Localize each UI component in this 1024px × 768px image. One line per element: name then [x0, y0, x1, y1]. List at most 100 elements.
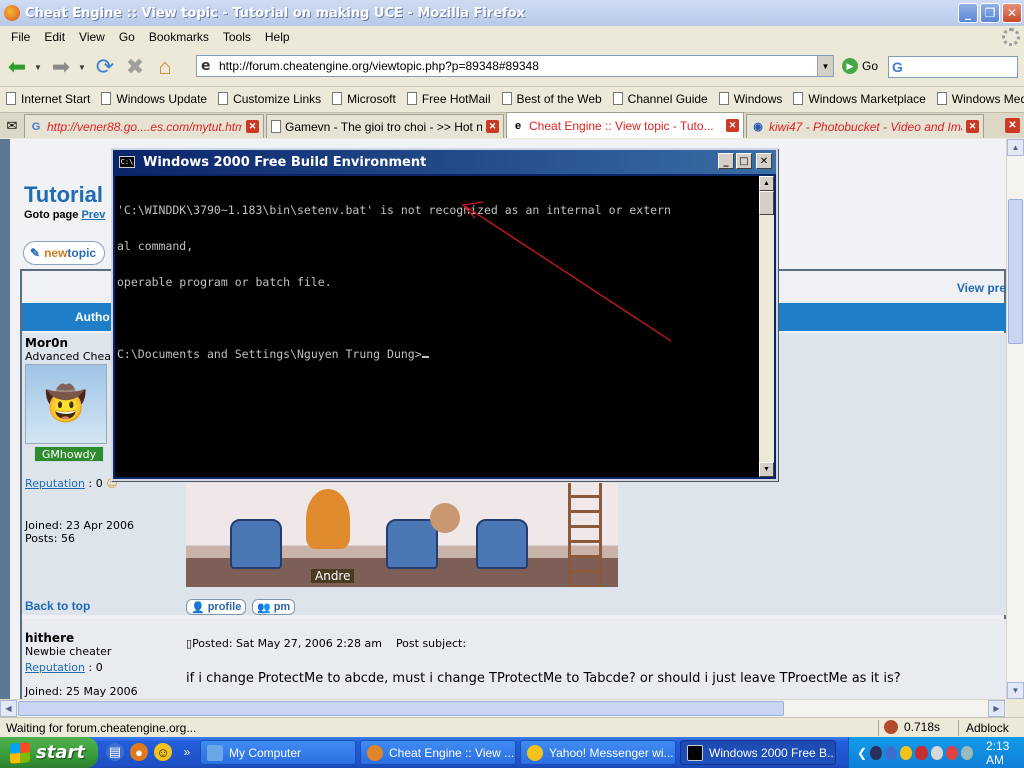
tray-volume-icon[interactable] [930, 745, 943, 760]
pm-button[interactable]: 👥 pm [252, 599, 296, 615]
reputation-link[interactable]: Reputation [25, 661, 85, 674]
bookmark-label: Free HotMail [421, 91, 491, 106]
menu-view[interactable]: View [72, 30, 112, 44]
new-tab-icon[interactable]: ✉ [0, 114, 24, 138]
scroll-right-icon[interactable]: ▶ [988, 700, 1005, 717]
bookmark-item[interactable]: Internet Start [6, 92, 90, 106]
bookmark-item[interactable]: Windows Media [936, 92, 1024, 106]
back-dropdown-icon[interactable]: ▼ [34, 63, 44, 72]
tray-yahoo-icon[interactable] [900, 745, 913, 760]
reputation-link[interactable]: Reputation [25, 477, 85, 490]
view-previous-link[interactable]: View pre [957, 281, 1006, 295]
pm-icon: 👥 [257, 601, 271, 614]
bookmark-item[interactable]: Windows Update [101, 92, 207, 106]
home-icon[interactable]: ⌂ [152, 54, 178, 80]
browser-titlebar[interactable]: Cheat Engine :: View topic - Tutorial on… [0, 0, 1024, 26]
new-topic-button[interactable]: ✎ newtopic [23, 241, 105, 265]
tab-close-icon[interactable]: ✕ [486, 120, 499, 133]
cmd-line [117, 312, 759, 324]
task-firefox[interactable]: Cheat Engine :: View ... [360, 740, 516, 765]
firefox-quicklaunch-icon[interactable]: ● [130, 743, 148, 761]
tab-cheat-engine[interactable]: e Cheat Engine :: View topic - Tuto... ✕ [506, 112, 744, 138]
bookmark-item[interactable]: Free HotMail [406, 91, 491, 106]
cmd-close-button[interactable]: ✕ [756, 153, 772, 169]
adblock-button[interactable]: Adblock [966, 721, 1009, 735]
profile-button[interactable]: 👤 profile [186, 599, 247, 615]
go-label: Go [862, 59, 879, 73]
start-button[interactable]: start [0, 737, 98, 768]
tray-alert-icon[interactable] [945, 745, 958, 760]
clock[interactable]: 2:13 AM [986, 739, 1024, 767]
cmd-scrollbar[interactable]: ▲ ▼ [759, 176, 774, 477]
google-search-icon[interactable]: G [892, 59, 903, 75]
back-arrow-icon[interactable]: ⬅ [4, 54, 30, 80]
bookmark-item[interactable]: Customize Links [218, 92, 321, 106]
restore-button[interactable]: ❐ [980, 3, 1000, 23]
cmd-scroll-thumb[interactable] [759, 191, 774, 215]
back-to-top-link[interactable]: Back to top [25, 599, 90, 613]
menu-help[interactable]: Help [258, 30, 297, 44]
url-bar[interactable]: e http://forum.cheatengine.org/viewtopic… [196, 55, 834, 77]
tray-security-icon[interactable] [915, 745, 928, 760]
url-dropdown-icon[interactable]: ▼ [817, 56, 833, 76]
forward-dropdown-icon[interactable]: ▼ [78, 63, 88, 72]
newtopic-prefix: new [44, 246, 68, 260]
vertical-scrollbar[interactable]: ▲ ▼ [1006, 139, 1024, 699]
task-cmd[interactable]: Windows 2000 Free B... [680, 740, 836, 765]
menu-bookmarks[interactable]: Bookmarks [142, 30, 216, 44]
cmd-output[interactable]: 'C:\WINDDK\3790~1.183\bin\setenv.bat' is… [115, 176, 759, 477]
tab-close-icon[interactable]: ✕ [726, 119, 739, 132]
cmd-scroll-down-icon[interactable]: ▼ [759, 462, 774, 477]
tab-close-icon[interactable]: ✕ [966, 120, 979, 133]
bookmark-item[interactable]: Windows [718, 92, 782, 106]
tab-mytut[interactable]: G http://vener88.go....es.com/mytut.html… [24, 114, 264, 138]
go-button[interactable]: ▶ Go [842, 58, 878, 74]
search-input[interactable]: G [888, 56, 1018, 78]
menu-tools[interactable]: Tools [216, 30, 258, 44]
cmd-titlebar[interactable]: C:\ Windows 2000 Free Build Environment … [113, 150, 776, 174]
hscroll-thumb[interactable] [18, 701, 784, 716]
cmd-scroll-up-icon[interactable]: ▲ [759, 176, 774, 191]
cmd-line: 'C:\WINDDK\3790~1.183\bin\setenv.bat' is… [117, 203, 671, 217]
tray-expand-icon[interactable]: ❮ [857, 746, 867, 760]
post-username: hithere [25, 631, 75, 645]
menu-edit[interactable]: Edit [37, 30, 72, 44]
close-tab-icon[interactable]: ✕ [1005, 118, 1020, 133]
scroll-thumb[interactable] [1008, 199, 1023, 344]
bookmark-item[interactable]: Channel Guide [612, 92, 708, 106]
tab-gamevn[interactable]: Gamevn - The gioi tro choi - >> Hot n...… [266, 114, 504, 138]
task-label: Yahoo! Messenger wi... [549, 745, 674, 760]
tray-network-icon[interactable] [885, 745, 898, 760]
reload-icon[interactable]: ⟳ [92, 54, 118, 80]
scroll-up-icon[interactable]: ▲ [1007, 139, 1024, 156]
bookmark-item[interactable]: Microsoft [332, 92, 396, 106]
horizontal-scrollbar[interactable]: ◀ ▶ [0, 699, 1006, 717]
yahoo-messenger-icon[interactable]: ☺ [154, 743, 172, 761]
cmd-maximize-button[interactable]: □ [736, 153, 752, 169]
forward-arrow-icon[interactable]: ➡ [48, 54, 74, 80]
menu-file[interactable]: File [4, 30, 37, 44]
yahoo-task-icon [527, 744, 543, 761]
cmd-minimize-button[interactable]: _ [718, 153, 734, 169]
status-text: Waiting for forum.cheatengine.org... [6, 721, 197, 735]
bookmark-item[interactable]: Windows Marketplace [793, 92, 926, 106]
tab-close-icon[interactable]: ✕ [246, 120, 259, 133]
scroll-left-icon[interactable]: ◀ [0, 700, 17, 717]
bookmark-item[interactable]: Best of the Web [501, 92, 602, 106]
tray-help-icon[interactable] [960, 745, 973, 760]
scroll-down-icon[interactable]: ▼ [1007, 682, 1024, 699]
tray-moon-icon[interactable] [870, 745, 883, 760]
close-button[interactable]: ✕ [1002, 3, 1022, 23]
menu-go[interactable]: Go [112, 30, 142, 44]
quicklaunch-more-icon[interactable]: » [178, 743, 196, 761]
tab-label: Gamevn - The gioi tro choi - >> Hot n... [285, 119, 482, 134]
cmd-window[interactable]: C:\ Windows 2000 Free Build Environment … [111, 148, 778, 481]
task-my-computer[interactable]: My Computer [200, 740, 356, 765]
goto-prev-link[interactable]: Prev [81, 209, 105, 221]
stop-icon[interactable]: ✖ [122, 54, 148, 80]
task-yahoo[interactable]: Yahoo! Messenger wi... [520, 740, 676, 765]
minimize-button[interactable]: _ [958, 3, 978, 23]
explorer-icon[interactable]: ▤ [106, 743, 124, 761]
topic-title[interactable]: Tutorial [24, 182, 103, 208]
tab-photobucket[interactable]: ◉ kiwi47 - Photobucket - Video and Ima..… [746, 114, 984, 138]
